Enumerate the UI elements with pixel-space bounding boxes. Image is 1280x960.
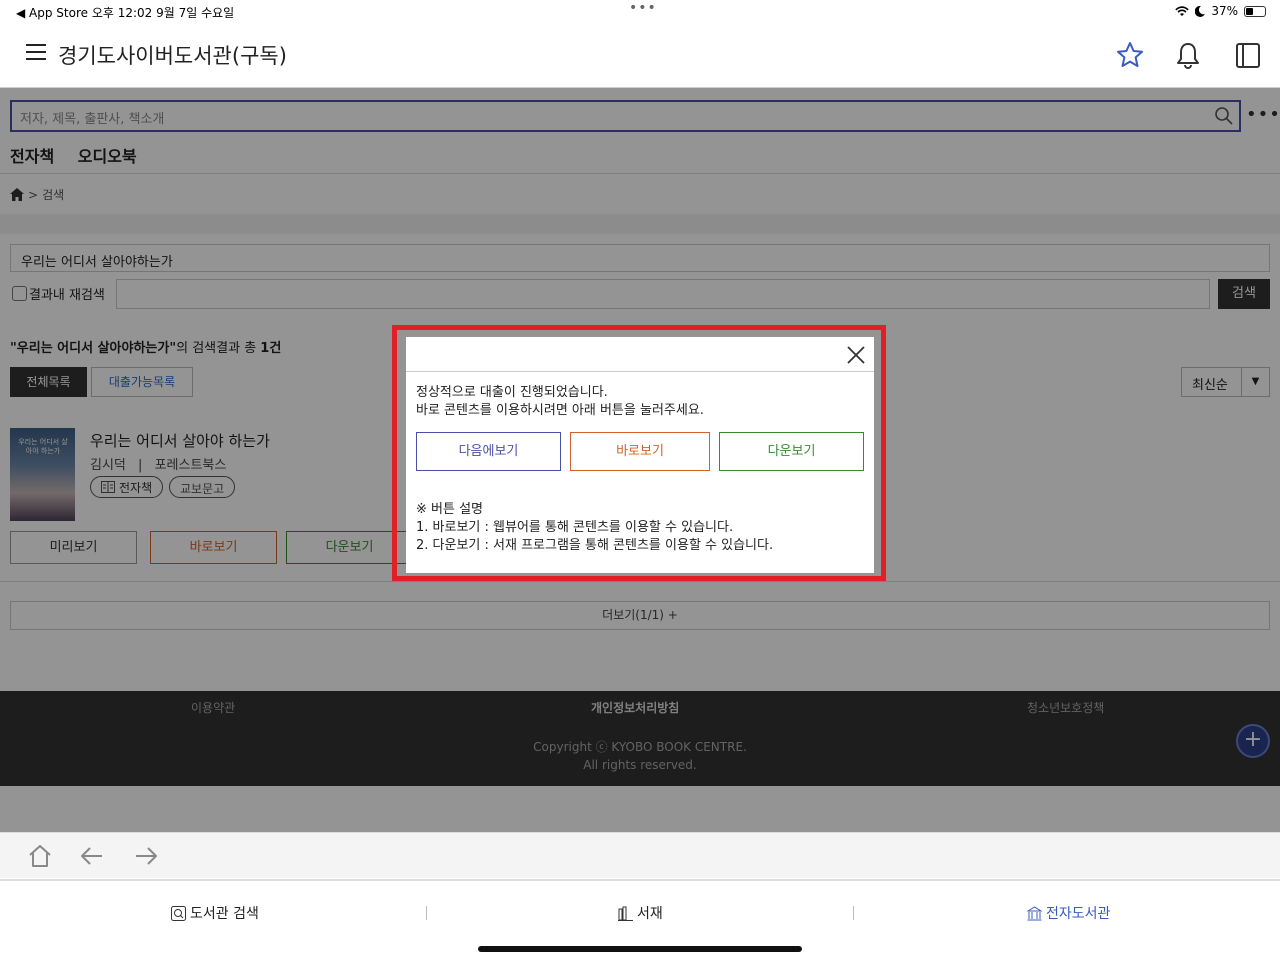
- multitask-dots[interactable]: •••: [629, 0, 657, 16]
- back-arrow-icon[interactable]: [79, 843, 105, 869]
- dialog-view-button[interactable]: 바로보기: [570, 432, 710, 471]
- tab-separator: [426, 906, 427, 920]
- status-bar: ◀ App Store 오후 12:02 9월 7일 수요일 ••• 37%: [0, 0, 1280, 24]
- tab-e-library-label: 전자도서관: [1046, 906, 1111, 922]
- help-title: ※ 버튼 설명: [416, 502, 483, 517]
- app-title: 경기도사이버도서관(구독): [58, 44, 287, 68]
- moon-icon: [1195, 5, 1206, 17]
- home-icon[interactable]: [27, 843, 53, 869]
- star-icon[interactable]: [1115, 40, 1145, 70]
- view-later-button[interactable]: 다음에보기: [416, 432, 561, 471]
- library-icon: [1027, 905, 1042, 920]
- wifi-icon: [1175, 5, 1190, 16]
- loan-complete-dialog: 정상적으로 대출이 진행되었습니다. 바로 콘텐츠를 이용하시려면 아래 버튼을…: [406, 337, 874, 573]
- dialog-line1: 정상적으로 대출이 진행되었습니다.: [416, 385, 608, 400]
- tab-separator: [853, 906, 854, 920]
- bell-icon[interactable]: [1173, 40, 1203, 70]
- help-line1: 1. 바로보기 : 웹뷰어를 통해 콘텐츠를 이용할 수 있습니다.: [416, 520, 734, 535]
- status-right: 37%: [1175, 4, 1266, 18]
- close-icon[interactable]: [846, 345, 866, 365]
- tab-bookshelf-label: 서재: [637, 906, 663, 922]
- browser-toolbar: [0, 832, 1280, 878]
- app-header: 경기도사이버도서관(구독): [0, 24, 1280, 88]
- book-icon[interactable]: [1233, 40, 1263, 70]
- menu-icon[interactable]: [26, 44, 46, 62]
- forward-arrow-icon[interactable]: [133, 843, 159, 869]
- help-line2: 2. 다운보기 : 서재 프로그램을 통해 콘텐츠를 이용할 수 있습니다.: [416, 538, 774, 553]
- bookshelf-icon: [618, 906, 633, 921]
- dialog-download-button[interactable]: 다운보기: [719, 432, 864, 471]
- search-icon: [171, 905, 186, 921]
- tab-bookshelf[interactable]: 서재: [618, 903, 663, 923]
- battery-icon: [1244, 5, 1266, 17]
- tab-library-search[interactable]: 도서관 검색: [171, 903, 259, 923]
- dialog-header: [406, 337, 874, 372]
- home-indicator[interactable]: [478, 946, 802, 952]
- dialog-line2: 바로 콘텐츠를 이용하시려면 아래 버튼을 눌러주세요.: [416, 403, 704, 418]
- dialog-message: 정상적으로 대출이 진행되었습니다. 바로 콘텐츠를 이용하시려면 아래 버튼을…: [416, 384, 704, 420]
- button-help: ※ 버튼 설명 1. 바로보기 : 웹뷰어를 통해 콘텐츠를 이용할 수 있습니…: [416, 501, 773, 555]
- tab-library-search-label: 도서관 검색: [190, 906, 259, 922]
- status-left[interactable]: ◀ App Store 오후 12:02 9월 7일 수요일: [16, 4, 234, 21]
- tab-e-library[interactable]: 전자도서관: [1027, 903, 1110, 923]
- battery-percent: 37%: [1211, 4, 1238, 18]
